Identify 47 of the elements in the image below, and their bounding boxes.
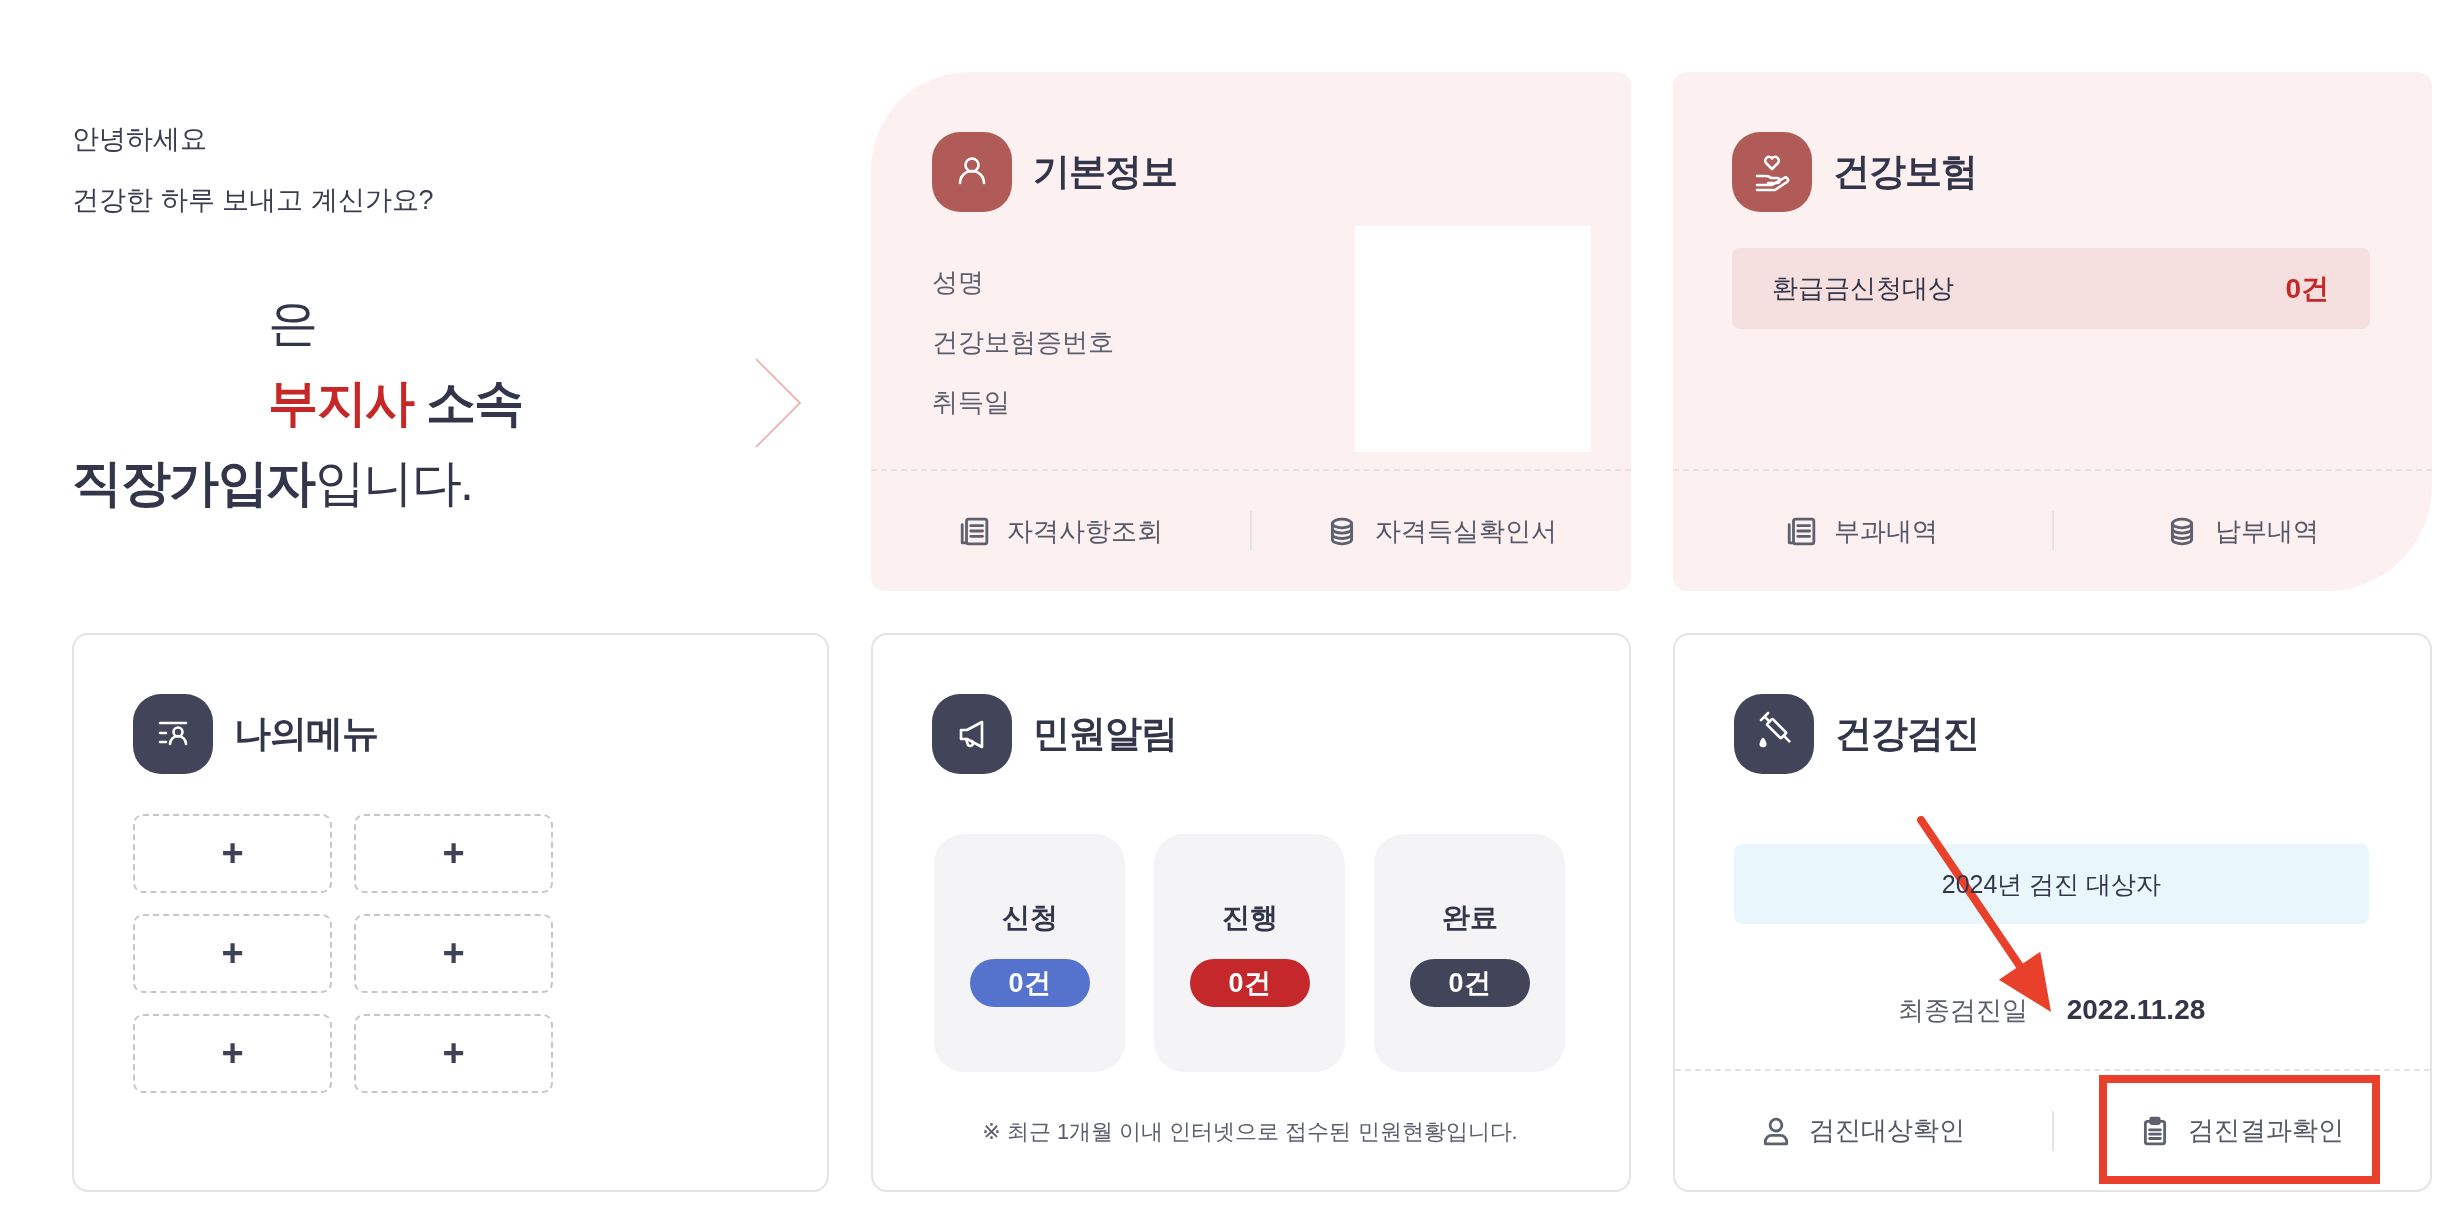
footer-link[interactable]: 자격득실확인서 xyxy=(1326,513,1557,549)
refund-count: 0건 xyxy=(2285,271,2329,306)
add-slot-button[interactable]: + xyxy=(354,1014,553,1093)
status-tile[interactable]: 완료 0건 xyxy=(1374,834,1565,1072)
membership-text: 은 xyxy=(268,294,317,353)
count-badge: 0건 xyxy=(1409,958,1530,1007)
list-person-icon xyxy=(133,694,213,774)
checkup-date-label: 최종검진일 xyxy=(1897,994,2028,1027)
field-label: 성명 xyxy=(932,266,984,299)
status-tile[interactable]: 진행 0건 xyxy=(1154,834,1345,1072)
card-title: 나의메뉴 xyxy=(234,711,378,756)
person-icon xyxy=(932,132,1012,212)
add-slot-button[interactable]: + xyxy=(133,914,332,993)
card-title: 건강검진 xyxy=(1835,711,1979,756)
status-label: 진행 xyxy=(1221,900,1278,935)
footer-link[interactable]: 자격사항조회 xyxy=(958,513,1163,549)
add-slot-button[interactable]: + xyxy=(354,914,553,993)
count-badge: 0건 xyxy=(1189,958,1310,1007)
document-icon xyxy=(1786,516,1817,546)
megaphone-icon xyxy=(932,694,1012,774)
membership-text: 부지사 소속 xyxy=(268,374,523,433)
card-title: 기본정보 xyxy=(1033,149,1177,194)
membership-text: 직장가입자입니다. xyxy=(72,454,473,513)
card-title: 민원알림 xyxy=(1033,711,1177,756)
field-label: 건강보험증번호 xyxy=(932,326,1114,359)
refund-row[interactable]: 환급금신청대상 0건 xyxy=(1732,248,2370,329)
checkup-date-value: 2022.11.28 xyxy=(2066,993,2206,1027)
footer-link[interactable]: 검진대상확인 xyxy=(1761,1113,1966,1148)
footer-link[interactable]: 납부내역 xyxy=(2166,513,2319,549)
field-label: 취득일 xyxy=(932,386,1010,419)
syringe-icon xyxy=(1734,694,1814,774)
greeting-text: 건강한 하루 보내고 계신가요? xyxy=(72,184,434,217)
status-label: 완료 xyxy=(1441,900,1498,935)
greeting-text: 안녕하세요 xyxy=(72,123,207,156)
footer-link[interactable]: 검진결과확인 xyxy=(2139,1113,2344,1148)
add-slot-button[interactable]: + xyxy=(354,814,553,893)
add-slot-button[interactable]: + xyxy=(133,1014,332,1093)
footer-link[interactable]: 부과내역 xyxy=(1786,513,1939,549)
chevron-right-icon[interactable] xyxy=(754,357,802,449)
document-icon xyxy=(958,516,989,546)
card-title: 건강보험 xyxy=(1833,149,1977,194)
status-tile[interactable]: 신청 0건 xyxy=(934,834,1125,1072)
add-slot-button[interactable]: + xyxy=(133,814,332,893)
notice-text: ※ 최근 1개월 이내 인터넷으로 접수된 민원현황입니다. xyxy=(982,1118,1518,1146)
count-badge: 0건 xyxy=(969,958,1090,1007)
refund-label: 환급금신청대상 xyxy=(1772,272,1954,305)
status-label: 신청 xyxy=(1001,900,1058,935)
